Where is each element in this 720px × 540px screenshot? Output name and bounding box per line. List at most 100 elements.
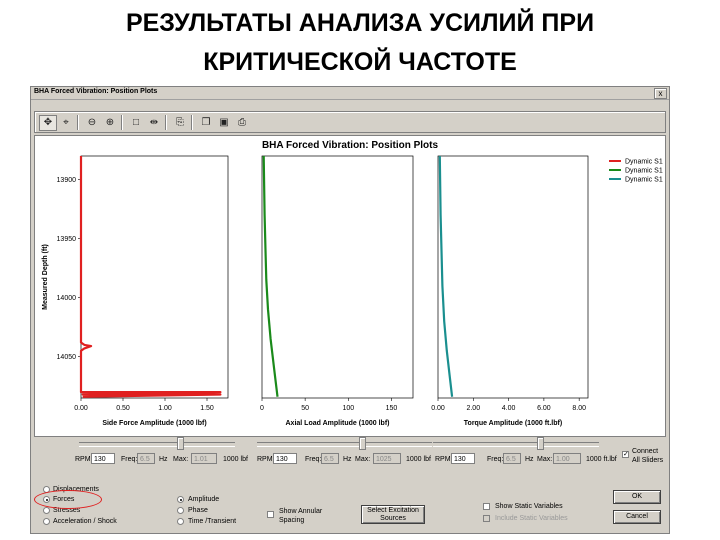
show-static-label: Show Static Variables [495, 503, 563, 510]
controls-panel: RPM: 130 Freq: 6.5 Hz Max: 1.01 1000 lbf… [31, 437, 671, 535]
x-tick-label: 0.50 [116, 405, 130, 412]
select-excitation-label: Select Excitation [367, 507, 419, 514]
radio-label-phase: Phase [188, 507, 208, 514]
plot-area: BHA Forced Vibration: Position Plots Meas… [34, 135, 666, 437]
window-title: BHA Forced Vibration: Position Plots [34, 88, 158, 95]
x-tick-label: 0.00 [74, 405, 88, 412]
plot-frame-3 [437, 155, 589, 399]
rpm-label: RPM: [257, 456, 275, 463]
toolbar-separator [77, 115, 79, 130]
rpm-label: RPM: [75, 456, 93, 463]
x-axis-label-3: Torque Amplitude (1000 ft.lbf) [464, 420, 562, 427]
rpm-slider-2[interactable] [359, 437, 366, 450]
x-tick-label: 0 [260, 405, 264, 412]
radio-stresses[interactable] [43, 507, 50, 514]
slider-track[interactable] [433, 442, 599, 447]
forces-highlight-ellipse [34, 490, 102, 509]
plot-toolbar: ✥ ⌖ ⊖ ⊕ □ ⇹ ⎘ ❐ ▣ ⎙ [34, 111, 666, 133]
x-tick-label: 2.00 [466, 405, 480, 412]
series-line-1 [79, 156, 222, 398]
rpm-input-1[interactable]: 130 [91, 453, 115, 464]
slide-title-line2: КРИТИЧЕСКОЙ ЧАСТОТЕ [203, 48, 517, 76]
y-tick-label: 14000 [57, 295, 77, 302]
x-axis-label-1: Side Force Amplitude (1000 lbf) [102, 420, 206, 427]
include-static-checkbox[interactable] [483, 515, 490, 522]
zoom-box-icon[interactable]: ⌖ [57, 115, 75, 131]
freq-label: Freq: [305, 456, 322, 463]
y-tick-label: 13900 [57, 177, 77, 184]
freq-input-3[interactable]: 6.5 [503, 453, 521, 464]
connect-label: Connect [632, 448, 659, 455]
max-input-1[interactable]: 1.01 [191, 453, 217, 464]
max-input-3[interactable]: 1.00 [553, 453, 581, 464]
radio-label-amplitude: Amplitude [188, 496, 220, 503]
freq-label: Freq: [487, 456, 504, 463]
radio-time-transient[interactable] [177, 518, 184, 525]
x-tick-label: 4.00 [502, 405, 516, 412]
show-annular-label: Show Annular [279, 508, 323, 515]
series-line-3 [438, 155, 454, 397]
print-icon[interactable]: ⎙ [233, 115, 251, 131]
rpm-input-2[interactable]: 130 [273, 453, 297, 464]
export-icon[interactable]: ⎘ [171, 115, 189, 131]
legend-label-3: Dynamic S1 [625, 177, 663, 184]
x-tick-label: 150 [386, 405, 398, 412]
freq-input-1[interactable]: 6.5 [137, 453, 155, 464]
move-icon[interactable]: ✥ [39, 115, 57, 131]
x-tick-label: 50 [301, 405, 309, 412]
toolbar-separator [121, 115, 123, 130]
radio-label-acceleration: Acceleration / Shock [53, 518, 117, 525]
hz-label: Hz [525, 456, 534, 463]
zoom-out-icon[interactable]: ⊖ [83, 115, 101, 131]
connect-sliders-checkbox[interactable]: ✓ [622, 451, 629, 458]
blank-icon[interactable]: □ [127, 115, 145, 131]
max-label: Max: [355, 456, 371, 463]
x-tick-label: 8.00 [572, 405, 586, 412]
dialog-window: BHA Forced Vibration: Position Plots x ✥… [30, 86, 670, 534]
radio-acceleration-shock[interactable] [43, 518, 50, 525]
zoom-in-icon[interactable]: ⊕ [101, 115, 119, 131]
radio-phase[interactable] [177, 507, 184, 514]
unit-label-3: 1000 ft.lbf [586, 456, 617, 463]
y-axis-label: Measured Depth (ft) [42, 244, 49, 310]
sources-label: Sources [380, 515, 406, 522]
select-excitation-button[interactable]: Select Excitation Sources [361, 505, 425, 524]
y-tick-label: 14050 [57, 354, 77, 361]
slider-track[interactable] [257, 442, 432, 447]
x-tick-label: 1.50 [200, 405, 214, 412]
slide-title-line1: РЕЗУЛЬТАТЫ АНАЛИЗА УСИЛИЙ ПРИ [125, 9, 595, 37]
y-tick-label: 13950 [57, 236, 77, 243]
spacing-label: Spacing [279, 517, 305, 524]
x-tick-label: 1.00 [158, 405, 172, 412]
show-static-checkbox[interactable] [483, 503, 490, 510]
hz-label: Hz [343, 456, 352, 463]
max-input-2[interactable]: 1025 [373, 453, 401, 464]
window-titlebar[interactable]: BHA Forced Vibration: Position Plots x [31, 87, 669, 100]
rpm-label: RPM: [435, 456, 453, 463]
rpm-slider-3[interactable] [537, 437, 544, 450]
slide-title: РЕЗУЛЬТАТЫ АНАЛИЗА УСИЛИЙ ПРИ КРИТИЧЕСКО… [0, 4, 720, 82]
rpm-input-3[interactable]: 130 [451, 453, 475, 464]
toolbar-separator [191, 115, 193, 130]
close-button[interactable]: x [654, 88, 667, 99]
show-annular-checkbox[interactable] [267, 511, 274, 518]
x-tick-label: 0.00 [431, 405, 445, 412]
x-axis-label-2: Axial Load Amplitude (1000 lbf) [286, 420, 390, 427]
freq-input-2[interactable]: 6.5 [321, 453, 339, 464]
legend-label-1: Dynamic S1 [625, 159, 663, 166]
chart-title: BHA Forced Vibration: Position Plots [262, 140, 439, 151]
radio-amplitude[interactable] [177, 496, 184, 503]
save-icon[interactable]: ▣ [215, 115, 233, 131]
ok-button[interactable]: OK [613, 490, 661, 504]
rpm-slider-1[interactable] [177, 437, 184, 450]
max-label: Max: [173, 456, 189, 463]
split-icon[interactable]: ⇹ [145, 115, 163, 131]
copy-icon[interactable]: ❐ [197, 115, 215, 131]
x-tick-label: 100 [342, 405, 354, 412]
include-static-label: Include Static Variables [495, 515, 568, 522]
cancel-button[interactable]: Cancel [613, 510, 661, 524]
all-sliders-label: All Sliders [632, 457, 664, 464]
x-tick-label: 6.00 [537, 405, 551, 412]
position-plots-chart: BHA Forced Vibration: Position Plots Meas… [42, 140, 663, 427]
slider-track[interactable] [79, 442, 235, 447]
